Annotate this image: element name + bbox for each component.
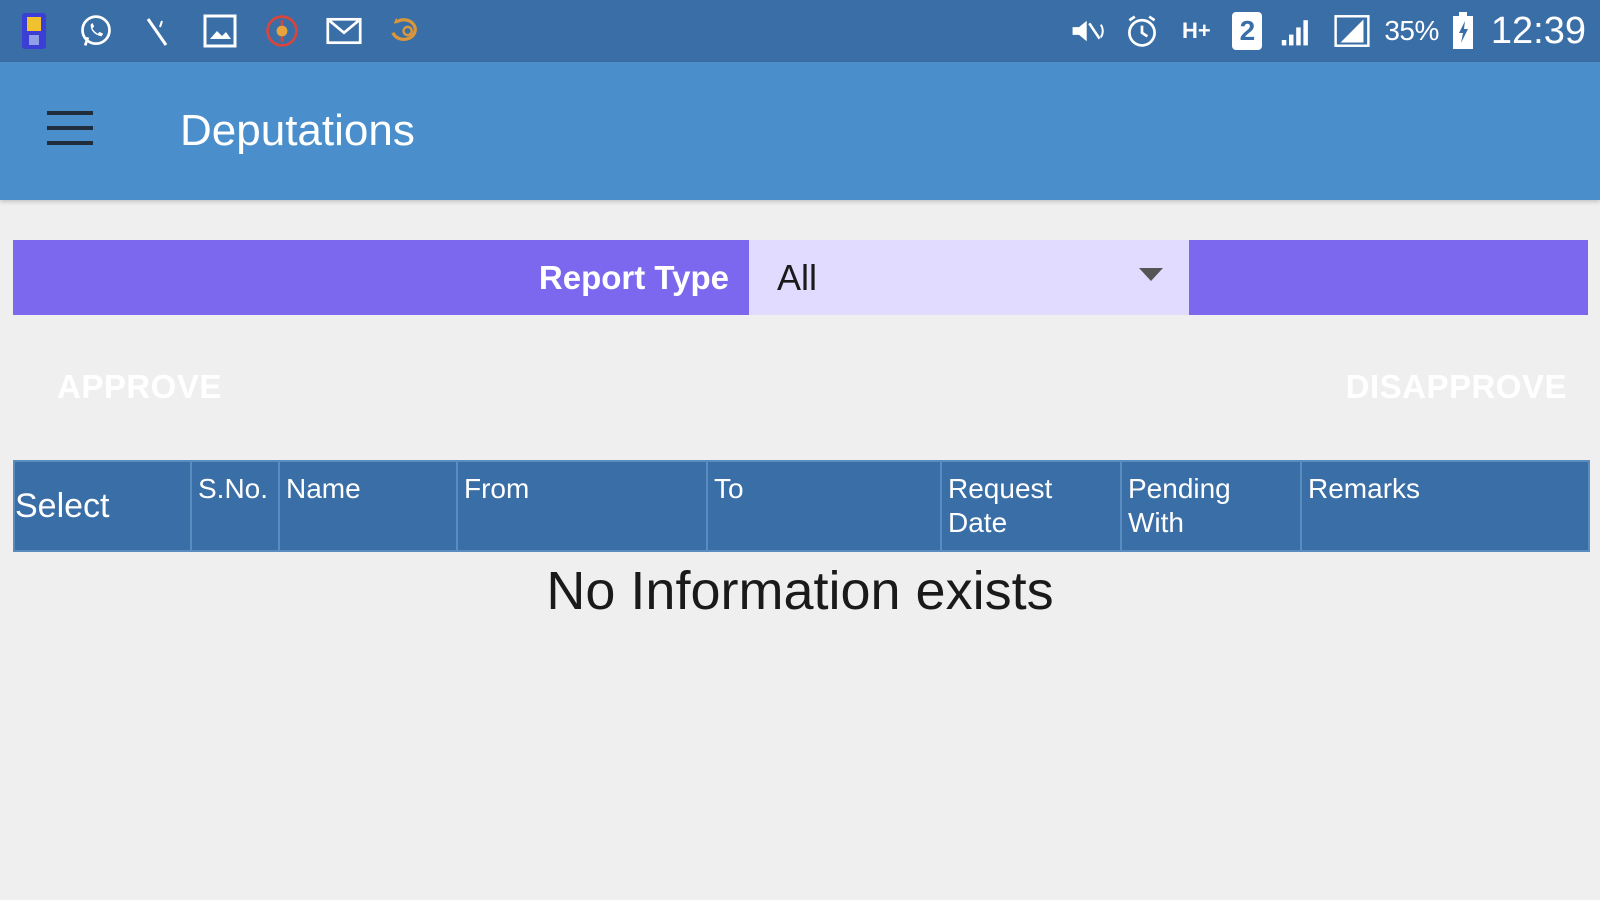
dropdown-caret-icon [1139, 268, 1163, 281]
mute-icon [1070, 13, 1106, 49]
column-header-remarks: Remarks [1300, 460, 1590, 552]
page-title: Deputations [180, 106, 415, 155]
whatsapp-icon [78, 13, 114, 49]
signal-icon [1334, 13, 1370, 49]
column-header-pending-with: Pending With [1120, 460, 1302, 552]
alarm-icon [1124, 13, 1160, 49]
menu-button[interactable] [38, 100, 102, 156]
phone-icon [140, 13, 176, 49]
empty-state-message: No Information exists [546, 561, 1054, 621]
status-right-icons: H+ 2 35% 12:39 [1052, 10, 1586, 53]
sync-icon [388, 13, 424, 49]
filter-row-end [1189, 240, 1588, 315]
sim-2-icon: 2 [1232, 12, 1263, 50]
column-header-sno: S.No. [190, 460, 280, 552]
signal-icon [1280, 13, 1316, 49]
approve-button[interactable]: APPROVE [57, 368, 222, 406]
column-header-select: Select [13, 460, 192, 552]
column-header-from: From [456, 460, 708, 552]
report-type-label: Report Type [13, 240, 749, 315]
mail-icon [326, 13, 362, 49]
column-header-to: To [706, 460, 942, 552]
battery-percent: 35% [1384, 15, 1439, 46]
network-hplus-icon: H+ [1178, 13, 1214, 49]
status-left-icons [16, 13, 450, 49]
app-icon [264, 13, 300, 49]
gallery-icon [202, 13, 238, 49]
sim-card-icon [16, 13, 52, 49]
report-type-selected: All [777, 256, 818, 298]
app-bar: Deputations [0, 62, 1600, 200]
hamburger-menu-icon [47, 111, 93, 145]
battery-charging-icon [1445, 12, 1481, 49]
network-type-label: H+ [1181, 18, 1211, 43]
status-bar: H+ 2 35% 12:39 [0, 0, 1600, 62]
table-header-row: Select S.No. Name From To Request Date P… [13, 460, 1590, 552]
report-type-dropdown[interactable]: All [749, 240, 1189, 315]
clock: 12:39 [1490, 9, 1586, 52]
column-header-name: Name [278, 460, 458, 552]
column-header-request-date: Request Date [940, 460, 1122, 552]
deputations-table: Select S.No. Name From To Request Date P… [13, 460, 1590, 552]
report-type-filter: Report Type All [13, 240, 1588, 315]
sim-badge: 2 [1239, 15, 1256, 46]
disapprove-button[interactable]: DISAPPROVE [1346, 368, 1567, 406]
